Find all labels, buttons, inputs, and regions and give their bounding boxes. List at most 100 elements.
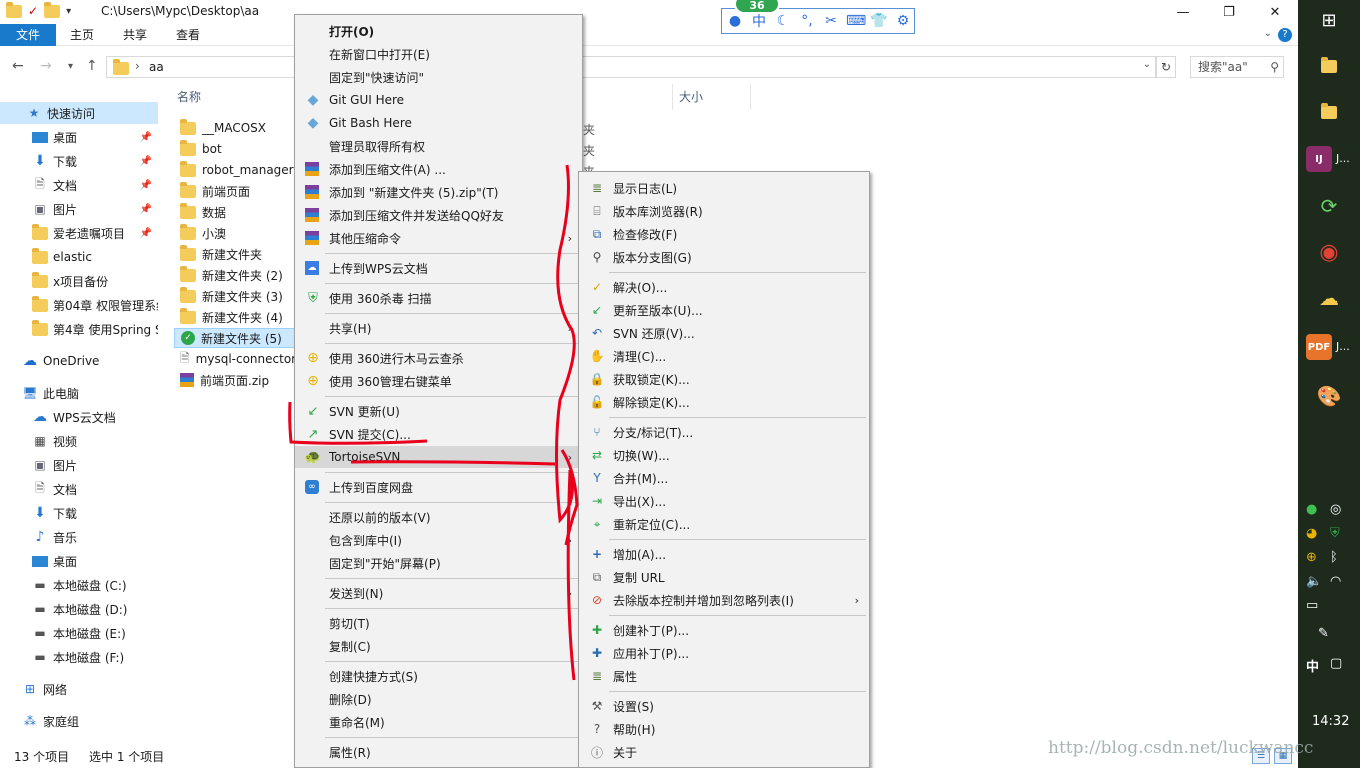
menu-item-relocate[interactable]: ⌖ 重新定位(C)... (579, 513, 869, 535)
menu-item-360-trojan[interactable]: ⊕ 使用 360进行木马云查杀 (295, 347, 582, 369)
skin-icon[interactable]: 👕 (870, 13, 888, 29)
nav-network[interactable]: ⊞ 网络 (0, 678, 158, 700)
menu-item-help[interactable]: ? 帮助(H) (579, 718, 869, 740)
nav-folder[interactable]: x项目备份 (0, 270, 158, 292)
menu-item-add-archive[interactable]: 添加到压缩文件(A) ... (295, 158, 582, 180)
nav-pictures[interactable]: ▣ 图片 📌 (0, 198, 158, 220)
menu-item-delete[interactable]: 删除(D) (295, 688, 582, 710)
wechat-tray-icon[interactable]: ● (1306, 502, 1317, 517)
menu-item-branch-tag[interactable]: ⑂ 分支/标记(T)... (579, 421, 869, 443)
scissors-icon[interactable]: ✂ (822, 13, 840, 29)
menu-item-take-ownership[interactable]: 管理员取得所有权 (295, 135, 582, 157)
qq-tray-icon[interactable]: ◕ (1306, 526, 1317, 541)
nav-drive-e[interactable]: ▬ 本地磁盘 (E:) (0, 622, 158, 644)
nav-desktop[interactable]: 桌面 📌 (0, 126, 158, 148)
menu-item-unversion-ignore[interactable]: ⊘ 去除版本控制并增加到忽略列表(I) › (579, 589, 869, 611)
keyboard-icon[interactable]: ⌨ (846, 13, 866, 29)
nav-onedrive[interactable]: ☁ OneDrive (0, 350, 158, 372)
new-folder-icon[interactable] (44, 1, 61, 18)
file-item-folder[interactable]: __MACOSX (174, 118, 298, 138)
nav-documents[interactable]: 🗎 文档 📌 (0, 174, 158, 196)
nav-folder[interactable]: elastic (0, 246, 158, 268)
file-item-folder[interactable]: 新建文件夹 (2) (174, 265, 298, 285)
menu-item-revision-graph[interactable]: ⚲ 版本分支图(G) (579, 246, 869, 268)
tab-view[interactable]: 查看 (176, 24, 200, 46)
nav-wps[interactable]: ☁ WPS云文档 (0, 406, 158, 428)
tab-home[interactable]: 主页 (70, 24, 94, 46)
menu-item-git-gui[interactable]: ◆ Git GUI Here (295, 89, 582, 111)
menu-item-share[interactable]: 共享(H) › (295, 317, 582, 339)
menu-item-pin-quick-access[interactable]: 固定到"快速访问" (295, 66, 582, 88)
menu-item-resolve[interactable]: ✓ 解决(O)... (579, 276, 869, 298)
nav-music[interactable]: ♪ 音乐 (0, 526, 158, 548)
nav-downloads[interactable]: ⬇ 下载 📌 (0, 150, 158, 172)
menu-item-wps-upload[interactable]: ☁ 上传到WPS云文档 (295, 257, 582, 279)
menu-item-export[interactable]: ⇥ 导出(X)... (579, 490, 869, 512)
file-item-zip[interactable]: 前端页面.zip (174, 370, 298, 390)
bluetooth-icon[interactable]: ᛒ (1330, 550, 1338, 565)
nav-pictures[interactable]: ▣ 图片 (0, 454, 158, 476)
wifi-icon[interactable]: ◠ (1330, 574, 1341, 589)
paint-icon[interactable]: 🎨 (1298, 382, 1360, 410)
menu-item-cleanup[interactable]: ✋ 清理(C)... (579, 345, 869, 367)
file-item-folder[interactable]: bot (174, 139, 298, 159)
gear-icon[interactable]: ⚙ (894, 13, 912, 29)
pen-icon[interactable]: ✎ (1318, 626, 1329, 641)
address-bar[interactable]: › aa ⌄ (106, 56, 1156, 78)
menu-item-svn-update[interactable]: ↙ SVN 更新(U) (295, 400, 582, 422)
menu-item-create-patch[interactable]: ✚ 创建补丁(P)... (579, 619, 869, 641)
nav-drive-f[interactable]: ▬ 本地磁盘 (F:) (0, 646, 158, 668)
punctuation-icon[interactable]: °, (798, 13, 816, 29)
menu-item-copy-url[interactable]: ⧉ 复制 URL (579, 566, 869, 588)
notification-icon[interactable]: ▢ (1330, 656, 1342, 671)
menu-item-add-zip[interactable]: 添加到 "新建文件夹 (5).zip"(T) (295, 181, 582, 203)
file-item-folder[interactable]: 前端页面 (174, 181, 298, 201)
nav-videos[interactable]: ▦ 视频 (0, 430, 158, 452)
ime-indicator[interactable]: 中 (1306, 656, 1319, 675)
menu-item-check-modifications[interactable]: ⧉ 检查修改(F) (579, 223, 869, 245)
nav-desktop[interactable]: 桌面 (0, 550, 158, 572)
file-item-folder[interactable]: robot_manager (174, 160, 298, 180)
nav-folder[interactable]: 爱老遗嘱项目 📌 (0, 222, 158, 244)
menu-item-include-library[interactable]: 包含到库中(I) › (295, 529, 582, 551)
recent-dropdown-icon[interactable]: ▾ (68, 61, 73, 72)
taskbar-folder[interactable] (1298, 52, 1360, 80)
taskbar-app-pdf[interactable]: PDF J... (1298, 332, 1360, 362)
up-arrow-icon[interactable]: ↑ (86, 58, 98, 74)
nav-drive-d[interactable]: ▬ 本地磁盘 (D:) (0, 598, 158, 620)
menu-item-rename[interactable]: 重命名(M) (295, 711, 582, 733)
nav-downloads[interactable]: ⬇ 下载 (0, 502, 158, 524)
forward-arrow-icon[interactable]: → (40, 58, 52, 74)
menu-item-restore-version[interactable]: 还原以前的版本(V) (295, 506, 582, 528)
back-arrow-icon[interactable]: ← (12, 58, 24, 74)
maximize-button[interactable]: ❐ (1206, 0, 1252, 24)
menu-item-show-log[interactable]: ≣ 显示日志(L) (579, 177, 869, 199)
menu-item-about[interactable]: ⓘ 关于 (579, 741, 869, 763)
volume-icon[interactable]: 🔈 (1306, 574, 1322, 589)
file-item-file[interactable]: 🗎 mysql-connector (174, 349, 298, 369)
cloud-app-icon[interactable]: ☁ (1298, 284, 1360, 312)
tab-file[interactable]: 文件 (0, 24, 56, 46)
nav-this-pc[interactable]: 🖥 此电脑 (0, 382, 158, 404)
nav-folder[interactable]: 第04章 权限管理系统 (0, 294, 158, 316)
menu-item-get-lock[interactable]: 🔒 获取锁定(K)... (579, 368, 869, 390)
menu-item-baidu-upload[interactable]: ∞ 上传到百度网盘 (295, 476, 582, 498)
menu-item-git-bash[interactable]: ◆ Git Bash Here (295, 112, 582, 134)
menu-item-apply-patch[interactable]: ✚ 应用补丁(P)... (579, 642, 869, 664)
close-button[interactable]: ✕ (1252, 0, 1298, 24)
tab-share[interactable]: 共享 (123, 24, 147, 46)
refresh-app-icon[interactable]: ⟳ (1298, 192, 1360, 220)
file-item-folder[interactable]: 小澳 (174, 223, 298, 243)
column-divider[interactable] (750, 84, 751, 110)
properties-icon[interactable]: ✓ (28, 4, 38, 18)
file-item-folder-selected[interactable]: ✓ 新建文件夹 (5) (174, 328, 298, 348)
menu-item-pin-start[interactable]: 固定到"开始"屏幕(P) (295, 552, 582, 574)
menu-item-copy[interactable]: 复制(C) (295, 635, 582, 657)
column-header-name[interactable]: 名称 (177, 88, 201, 105)
nav-quick-access[interactable]: ★ 快速访问 (0, 102, 158, 124)
chrome-icon[interactable]: ◉ (1298, 238, 1360, 266)
file-item-folder[interactable]: 新建文件夹 (174, 244, 298, 264)
menu-item-update-revision[interactable]: ↙ 更新至版本(U)... (579, 299, 869, 321)
menu-item-other-compress[interactable]: 其他压缩命令 › (295, 227, 582, 249)
battery-icon[interactable]: ▭ (1306, 598, 1318, 613)
